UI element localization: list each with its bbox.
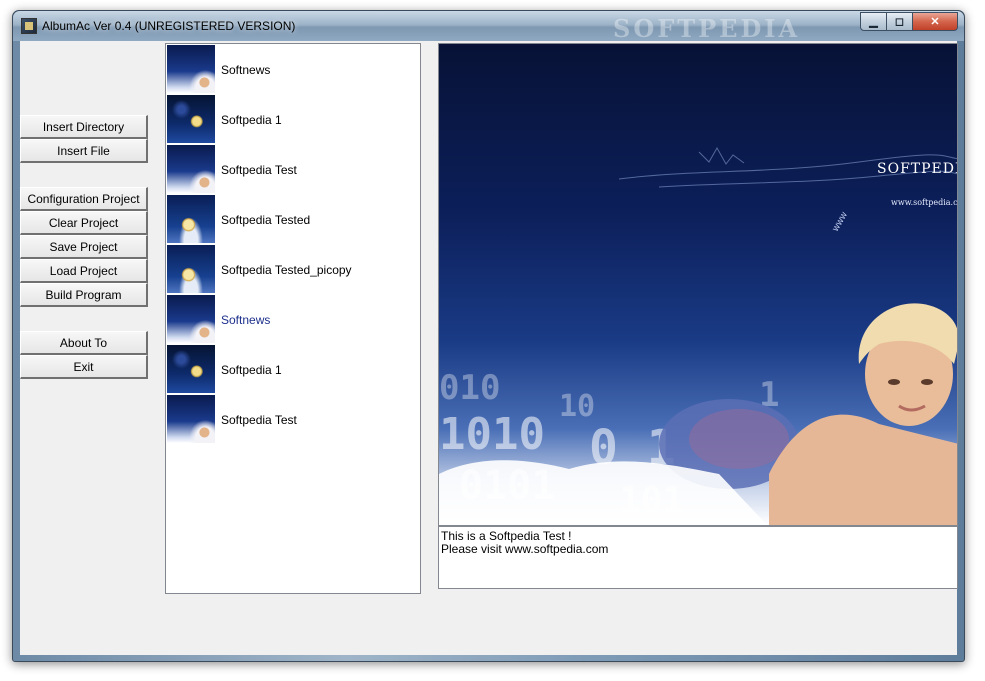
moon-fish-thumbnail — [167, 245, 215, 293]
preview-brand-url: www.softpedia.com — [891, 198, 958, 207]
close-icon: ✕ — [930, 16, 940, 28]
app-icon[interactable] — [21, 18, 37, 34]
title-bar[interactable]: SOFTPEDIA AlbumAc Ver 0.4 (UNREGISTERED … — [13, 11, 964, 41]
app-window: SOFTPEDIA AlbumAc Ver 0.4 (UNREGISTERED … — [12, 10, 965, 662]
list-item-label: Softpedia Test — [221, 413, 297, 427]
album-list[interactable]: Softnews Softpedia 1 Softpedia Test Soft… — [165, 43, 421, 594]
preview-artwork: WWW 1010 0 1 0101 101 01 010 10 1 — [439, 146, 957, 525]
blonde-woman-thumbnail — [167, 295, 215, 343]
svg-text:010: 010 — [439, 368, 500, 408]
moon-thumbnail — [167, 345, 215, 393]
description-textbox[interactable]: This is a Softpedia Test ! Please visit … — [438, 526, 958, 589]
list-item[interactable]: Softnews — [167, 45, 417, 95]
configuration-project-button[interactable]: Configuration Project — [20, 187, 148, 211]
list-item-label: Softpedia Tested — [221, 213, 311, 227]
moon-thumbnail — [167, 95, 215, 143]
image-preview: WWW 1010 0 1 0101 101 01 010 10 1 — [438, 43, 958, 526]
maximize-icon: ◻ — [894, 16, 905, 28]
window-title: AlbumAc Ver 0.4 (UNREGISTERED VERSION) — [42, 19, 296, 33]
moon-fish-thumbnail — [167, 195, 215, 243]
svg-text:WWW: WWW — [832, 211, 849, 233]
description-line: Please visit www.softpedia.com — [441, 542, 609, 556]
build-program-button[interactable]: Build Program — [20, 283, 148, 307]
save-project-button[interactable]: Save Project — [20, 235, 148, 259]
list-item[interactable]: Softpedia Test — [167, 145, 417, 195]
list-item-label: Softpedia Tested_picopy — [221, 263, 352, 277]
insert-file-button[interactable]: Insert File — [20, 139, 148, 163]
client-area: Insert Directory Insert File Configurati… — [20, 41, 958, 655]
blonde-woman-thumbnail — [167, 45, 215, 93]
about-to-button[interactable]: About To — [20, 331, 148, 355]
list-item-label: Softnews — [221, 63, 271, 77]
list-item-label: Softpedia Test — [221, 163, 297, 177]
list-item[interactable]: Softpedia 1 — [167, 345, 417, 395]
clear-project-button[interactable]: Clear Project — [20, 211, 148, 235]
load-project-button[interactable]: Load Project — [20, 259, 148, 283]
list-item-selected[interactable]: Softnews — [167, 295, 417, 345]
list-item-label: Softpedia 1 — [221, 363, 282, 377]
list-item-label: Softnews — [221, 313, 271, 327]
list-item[interactable]: Softpedia Tested_picopy — [167, 245, 417, 295]
caption-buttons: ▁ ◻ ✕ — [860, 12, 958, 31]
svg-text:1010: 1010 — [439, 409, 545, 460]
minimize-button[interactable]: ▁ — [860, 12, 887, 31]
svg-text:10: 10 — [559, 389, 595, 424]
list-item-label: Softpedia 1 — [221, 113, 282, 127]
list-item[interactable]: Softpedia 1 — [167, 95, 417, 145]
title-bar-watermark: SOFTPEDIA — [613, 14, 801, 41]
list-item[interactable]: Softpedia Tested — [167, 195, 417, 245]
blonde-woman-thumbnail — [167, 395, 215, 443]
exit-button[interactable]: Exit — [20, 355, 148, 379]
preview-brand-text: SOFTPEDIA — [877, 161, 957, 177]
close-button[interactable]: ✕ — [913, 12, 958, 31]
maximize-button[interactable]: ◻ — [887, 12, 913, 31]
blonde-woman-thumbnail — [167, 145, 215, 193]
list-item[interactable]: Softpedia Test — [167, 395, 417, 445]
minimize-icon: ▁ — [869, 16, 878, 28]
insert-directory-button[interactable]: Insert Directory — [20, 115, 148, 139]
